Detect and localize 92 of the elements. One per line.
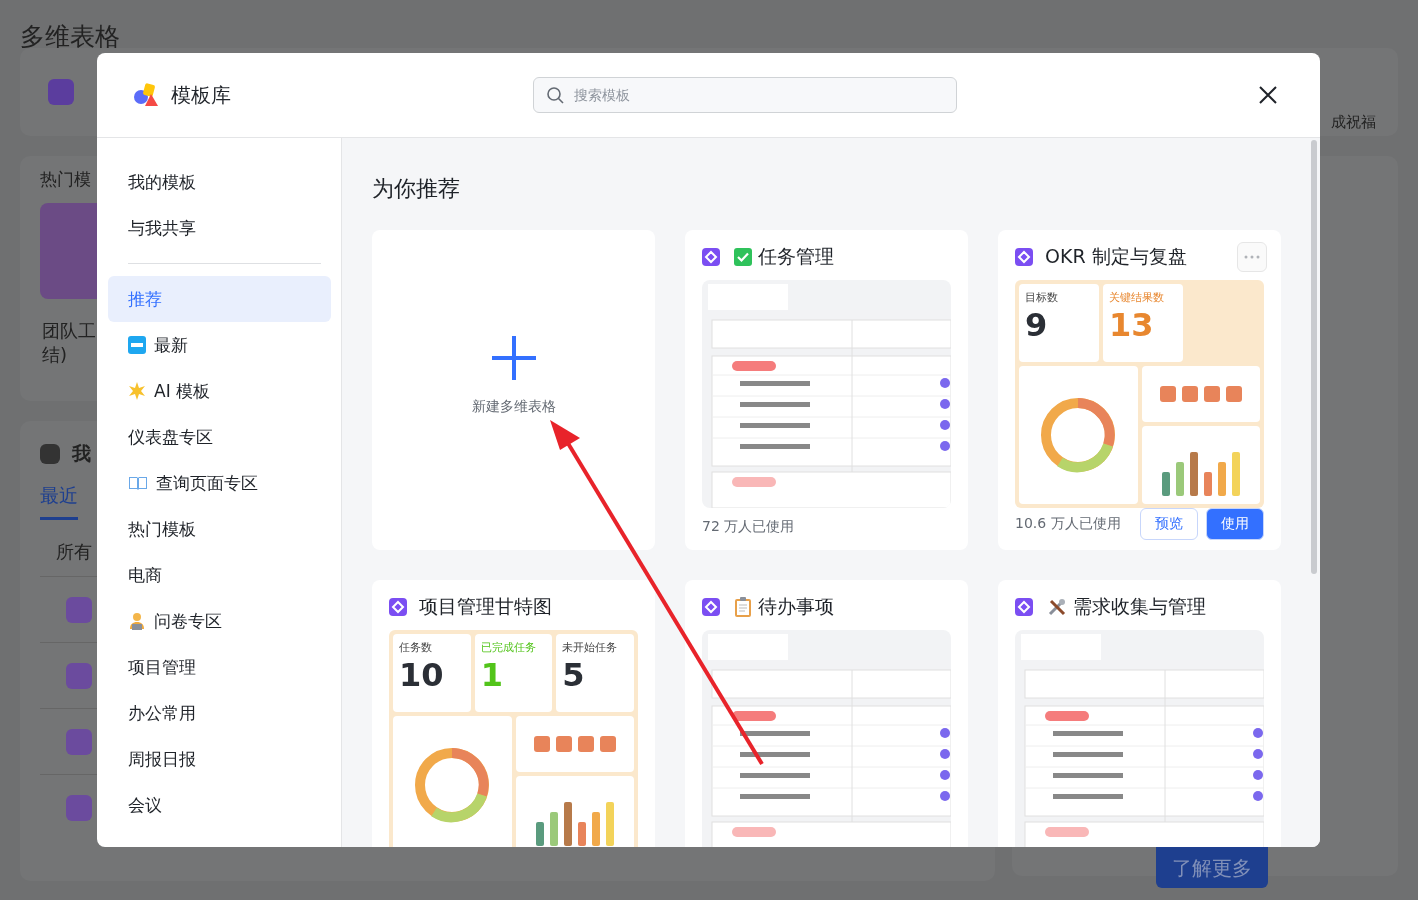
section-title: 为你推荐	[372, 175, 461, 203]
bar	[605, 802, 614, 846]
stat-value: 10	[399, 655, 445, 696]
sidebar-item[interactable]: 项目管理	[108, 644, 331, 690]
page-title: 多维表格	[20, 22, 120, 51]
countdown-tile	[1225, 386, 1242, 402]
template-title: 结)	[42, 343, 68, 367]
app-icon	[702, 248, 720, 266]
app-icon	[1015, 598, 1033, 616]
app-icon	[389, 598, 407, 616]
sidebar-item[interactable]: AI 模板	[108, 368, 331, 414]
sidebar-item[interactable]: 会议	[108, 782, 331, 828]
sun-icon	[128, 382, 146, 400]
sidebar-item[interactable]: 问卷专区	[108, 598, 331, 644]
template-title: 待办事项	[758, 594, 834, 619]
person-laptop-icon	[128, 612, 146, 630]
countdown-tile	[533, 736, 550, 752]
bar	[535, 822, 544, 846]
stat-label: 目标数	[1025, 290, 1059, 305]
bar	[1161, 472, 1170, 496]
section-heading: 热门模	[40, 169, 91, 189]
checkbox-icon	[734, 248, 752, 266]
app-icon	[48, 79, 74, 105]
bar	[1217, 462, 1226, 496]
sidebar-item[interactable]: 电商	[108, 552, 331, 598]
section-heading: 我	[72, 441, 91, 466]
template-title: 项目管理甘特图	[419, 594, 552, 619]
tools-icon	[1047, 597, 1067, 617]
app-icon	[40, 444, 60, 464]
sidebar-item[interactable]: 推荐	[108, 276, 331, 322]
stat-label: 关键结果数	[1109, 290, 1165, 305]
new-table-card[interactable]: 新建多维表格	[372, 230, 655, 550]
template-card[interactable]: 项目管理甘特图 任务数 10 已完成任务 1 未开始任务 5	[372, 580, 655, 847]
logo-icon	[133, 82, 159, 108]
usage-count: 10.6 万人已使用	[1015, 515, 1121, 533]
stat-label: 未开始任务	[562, 640, 619, 655]
bar	[1175, 462, 1184, 496]
template-title: 任务管理	[758, 244, 834, 269]
plus-icon	[489, 334, 538, 382]
template-name: 成祝福	[1331, 113, 1376, 131]
use-button[interactable]: 使用	[1206, 508, 1264, 540]
bar	[549, 812, 558, 846]
bar	[1203, 472, 1212, 496]
stat-value: 1	[480, 655, 504, 696]
clipboard-icon	[734, 597, 752, 617]
app-icon	[1015, 248, 1033, 266]
template-card[interactable]: 需求收集与管理	[998, 580, 1281, 847]
countdown-tile	[555, 736, 572, 752]
dialog-title: 模板库	[171, 81, 231, 109]
bar	[1189, 452, 1198, 496]
bar	[1231, 452, 1240, 496]
template-card[interactable]: 任务管理 72 万人已使用	[685, 230, 968, 550]
stat-label: 任务数	[399, 640, 433, 655]
template-title: OKR 制定与复盘	[1045, 244, 1187, 269]
countdown-tile	[577, 736, 594, 752]
search-bar[interactable]: 搜索模板	[533, 77, 957, 113]
filter-label: 所有	[56, 541, 92, 562]
more-icon	[1244, 255, 1260, 259]
countdown-tile	[1159, 386, 1176, 402]
app-icon	[66, 728, 92, 755]
sidebar-item[interactable]: 仪表盘专区	[108, 414, 331, 460]
app-icon	[66, 794, 92, 821]
app-icon	[66, 662, 92, 689]
sidebar-item[interactable]: 我的模板	[108, 159, 331, 205]
app-icon	[702, 598, 720, 616]
template-title: 需求收集与管理	[1073, 594, 1206, 619]
app-icon	[66, 596, 92, 623]
sidebar-item[interactable]: 热门模板	[108, 506, 331, 552]
usage-count: 72 万人已使用	[702, 518, 795, 536]
sidebar-item[interactable]: 最新	[108, 322, 331, 368]
search-icon	[546, 86, 564, 104]
countdown-tile	[1203, 386, 1220, 402]
stat-value: 9	[1025, 305, 1049, 346]
bar	[563, 802, 572, 846]
bar	[591, 812, 600, 846]
template-card[interactable]: OKR 制定与复盘 目标数 9 关键结果数 13 10.6 万人已使用 预览 使用	[998, 230, 1281, 550]
sidebar-item[interactable]: 查询页面专区	[108, 460, 331, 506]
preview-button[interactable]: 预览	[1140, 508, 1198, 540]
stat-label: 已完成任务	[480, 640, 537, 655]
template-title: 团队工	[42, 319, 96, 343]
sidebar-item[interactable]: 周报日报	[108, 736, 331, 782]
template-card[interactable]: 待办事项	[685, 580, 968, 847]
bar	[577, 822, 586, 846]
search-field[interactable]: 搜索模板	[572, 86, 944, 104]
sidebar-item[interactable]: 与我共享	[108, 205, 331, 251]
stat-value: 5	[562, 655, 586, 696]
countdown-tile	[599, 736, 616, 752]
sidebar-item[interactable]: 办公常用	[108, 690, 331, 736]
stat-value: 13	[1109, 305, 1155, 346]
book-icon	[128, 475, 148, 491]
countdown-tile	[1181, 386, 1198, 402]
new-badge-icon	[128, 336, 146, 354]
